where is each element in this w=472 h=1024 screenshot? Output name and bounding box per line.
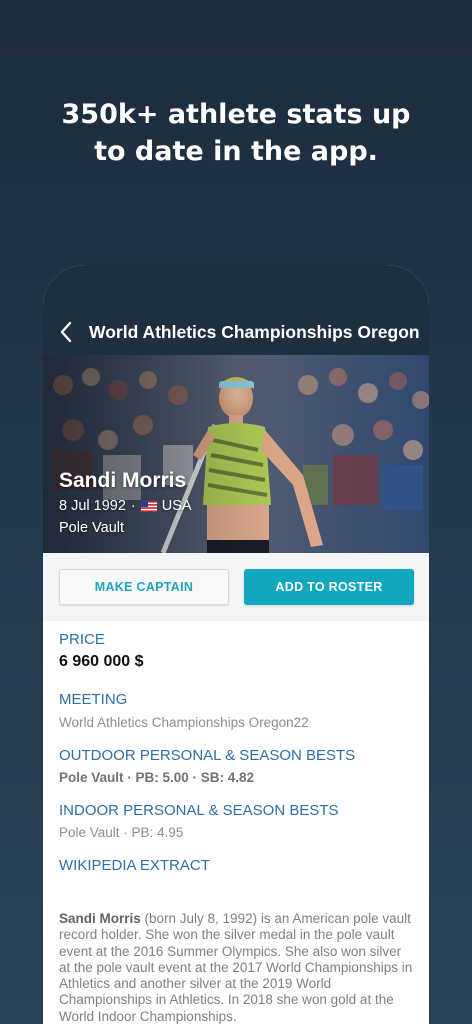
outdoor-bests-value: Pole Vault · PB: 5.00 · SB: 4.82 [59,770,255,785]
wiki-athlete-name: Sandi Morris [59,911,141,926]
wikipedia-label: WIKIPEDIA EXTRACT [59,857,210,874]
athlete-hero-image: Sandi Morris 8 Jul 1992 · USA Pole Vault [43,355,429,553]
make-captain-button[interactable]: MAKE CAPTAIN [59,569,229,605]
action-buttons: MAKE CAPTAIN ADD TO ROSTER [43,553,429,621]
chevron-left-icon [60,321,72,343]
headline-line-1: 350k+ athlete stats up [61,99,411,130]
athlete-event: Pole Vault [59,520,125,536]
phone-screen: World Athletics Championships Oregon... [43,265,429,1024]
athlete-name: Sandi Morris [59,469,187,492]
meeting-value: World Athletics Championships Oregon22 [59,715,309,730]
athlete-meta: 8 Jul 1992 · USA [59,498,192,514]
add-to-roster-button[interactable]: ADD TO ROSTER [244,569,414,605]
promo-headline: 350k+ athlete stats up to date in the ap… [0,96,472,170]
outdoor-bests-label: OUTDOOR PERSONAL & SEASON BESTS [59,747,356,764]
price-label: PRICE [59,631,105,648]
headline-line-2: to date in the app. [94,136,378,167]
indoor-bests-label: INDOOR PERSONAL & SEASON BESTS [59,802,339,819]
meeting-label: MEETING [59,691,128,708]
wikipedia-extract: Sandi Morris (born July 8, 1992) is an A… [59,911,415,1024]
navigation-bar: World Athletics Championships Oregon... [43,265,429,355]
athlete-country: USA [161,498,192,514]
wiki-text: (born July 8, 1992) is an American pole … [59,911,413,1024]
us-flag-icon [140,500,157,512]
athlete-birth-date: 8 Jul 1992 [59,498,126,514]
indoor-bests-value: Pole Vault · PB: 4.95 [59,825,184,840]
meta-separator: · [130,498,136,514]
page-title: World Athletics Championships Oregon... [89,322,419,342]
price-value: 6 960 000 $ [59,653,144,670]
back-button[interactable] [55,318,77,346]
athlete-details: PRICE 6 960 000 $ MEETING World Athletic… [43,621,429,1024]
